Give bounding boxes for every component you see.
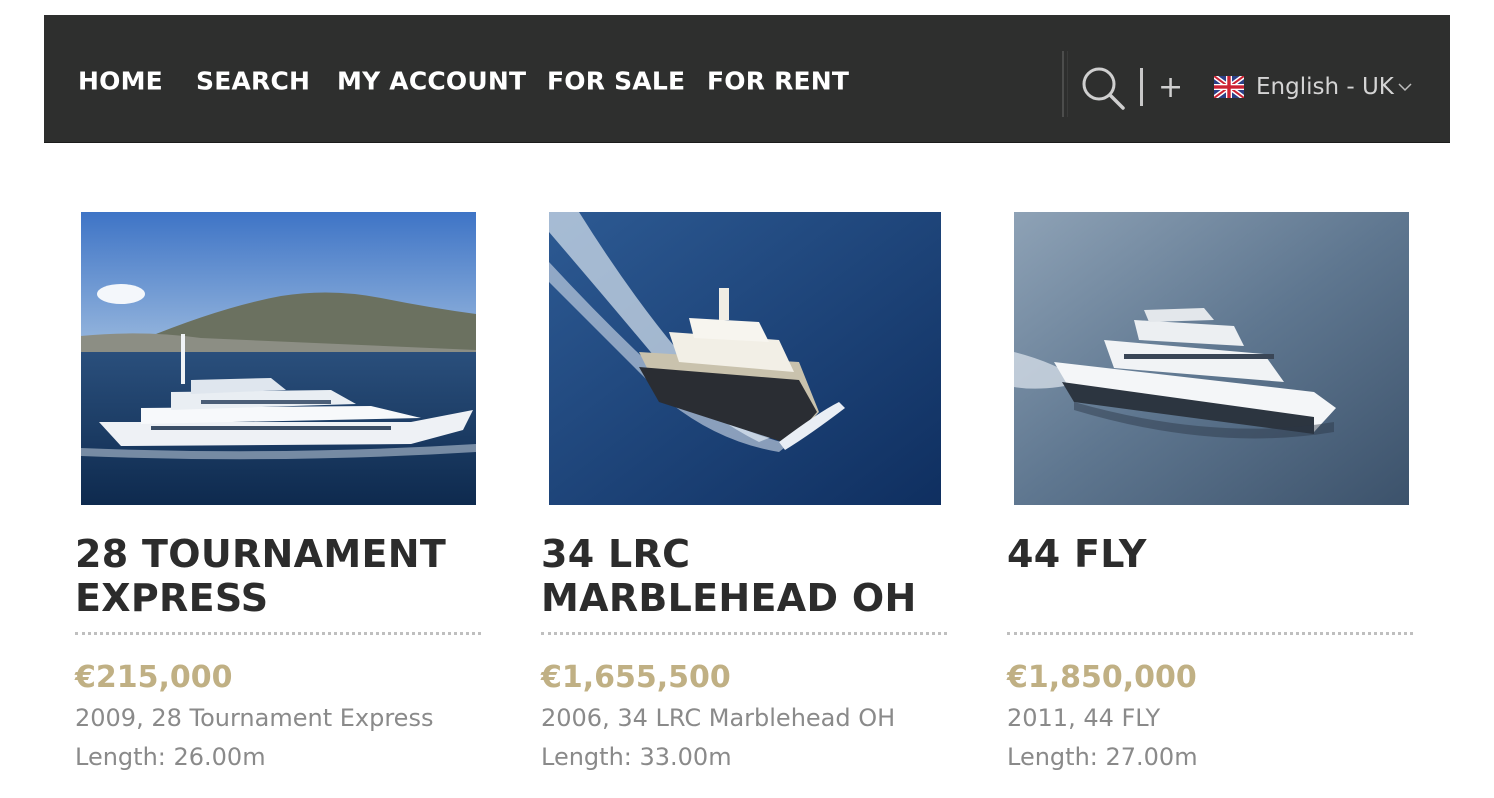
language-selector[interactable]: English - UK: [1214, 74, 1412, 100]
dotted-divider: [1007, 632, 1413, 635]
yacht-photo[interactable]: [549, 212, 941, 505]
uk-flag-icon: [1214, 76, 1244, 98]
listing-title[interactable]: 28 TOURNAMENT EXPRESS: [75, 532, 485, 620]
listing-price: €215,000: [75, 660, 233, 695]
listing-description: 2009, 28 Tournament Express: [75, 704, 434, 732]
plus-icon[interactable]: +: [1158, 73, 1183, 103]
nav-my-account-link[interactable]: MY ACCOUNT: [337, 67, 526, 96]
nav-for-sale-link[interactable]: FOR SALE: [547, 67, 685, 96]
listing-description: 2006, 34 LRC Marblehead OH: [541, 704, 896, 732]
icon-separator: [1140, 68, 1143, 106]
nav-home-link[interactable]: HOME: [78, 67, 163, 96]
listing-description: 2011, 44 FLY: [1007, 704, 1161, 732]
top-navigation-bar: HOME SEARCH MY ACCOUNT FOR SALE FOR RENT…: [44, 15, 1450, 143]
listing-title[interactable]: 34 LRC MARBLEHEAD OH: [541, 532, 951, 620]
listing-title[interactable]: 44 FLY: [1007, 532, 1417, 576]
listing-length: Length: 27.00m: [1007, 743, 1198, 771]
nav-for-rent-link[interactable]: FOR RENT: [707, 67, 849, 96]
yacht-photo[interactable]: [81, 212, 476, 505]
listing-length: Length: 33.00m: [541, 743, 732, 771]
listing-price: €1,850,000: [1007, 660, 1197, 695]
dotted-divider: [75, 632, 481, 635]
listing-card: 34 LRC MARBLEHEAD OH €1,655,500 2006, 34…: [541, 212, 951, 798]
search-icon[interactable]: [1080, 65, 1126, 111]
listing-card: 28 TOURNAMENT EXPRESS €215,000 2009, 28 …: [75, 212, 485, 798]
nav-divider: [1062, 51, 1068, 117]
listing-price: €1,655,500: [541, 660, 731, 695]
dotted-divider: [541, 632, 947, 635]
listing-length: Length: 26.00m: [75, 743, 266, 771]
nav-search-link[interactable]: SEARCH: [196, 67, 310, 96]
chevron-down-icon: [1398, 83, 1412, 92]
yacht-photo[interactable]: [1014, 212, 1409, 505]
language-label: English - UK: [1256, 74, 1394, 100]
listing-card: 44 FLY €1,850,000 2011, 44 FLY Length: 2…: [1007, 212, 1417, 798]
